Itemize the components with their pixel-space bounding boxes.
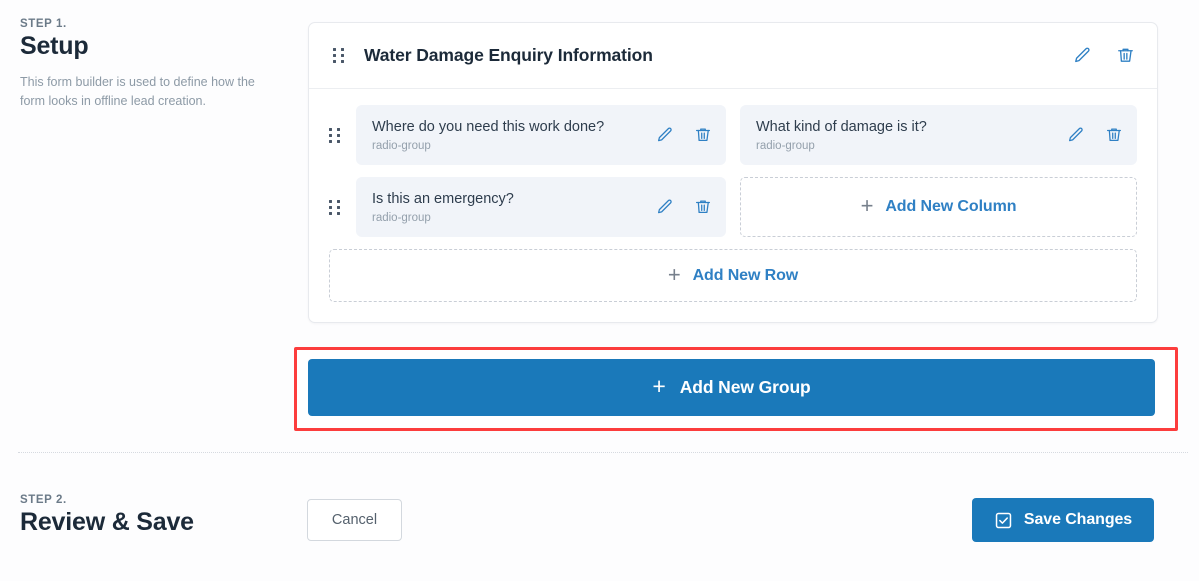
form-field-card[interactable]: What kind of damage is it? radio-group [740, 105, 1137, 165]
form-field-actions [656, 198, 712, 216]
delete-field-button[interactable] [694, 198, 712, 216]
form-group-title: Water Damage Enquiry Information [364, 45, 1073, 66]
form-group-card: Water Damage Enquiry Information [308, 22, 1158, 323]
delete-group-button[interactable] [1116, 46, 1135, 65]
form-field-text: What kind of damage is it? radio-group [756, 118, 1053, 152]
form-group-header-actions [1073, 46, 1135, 65]
trash-icon [694, 198, 712, 216]
form-field-type: radio-group [372, 140, 642, 152]
add-new-column-button[interactable]: + Add New Column [740, 177, 1137, 237]
form-column: What kind of damage is it? radio-group [740, 105, 1137, 165]
add-new-row-label: Add New Row [693, 267, 799, 285]
form-row: Where do you need this work done? radio-… [329, 105, 1137, 165]
form-field-card[interactable]: Is this an emergency? radio-group [356, 177, 726, 237]
form-row: Is this an emergency? radio-group [329, 177, 1137, 237]
step-1-description: This form builder is used to define how … [20, 73, 278, 112]
step-1-aside: STEP 1. Setup This form builder is used … [20, 18, 282, 112]
form-field-label: Is this an emergency? [372, 191, 514, 207]
trash-icon [1116, 46, 1135, 65]
delete-field-button[interactable] [694, 126, 712, 144]
step-2-aside: STEP 2. Review & Save [20, 494, 282, 537]
edit-field-button[interactable] [656, 198, 674, 216]
add-new-group-button[interactable]: + Add New Group [308, 359, 1155, 416]
form-column: + Add New Column [740, 177, 1137, 237]
form-field-text: Is this an emergency? radio-group [372, 190, 642, 224]
form-group-body: Where do you need this work done? radio-… [309, 89, 1157, 322]
form-field-text: Where do you need this work done? radio-… [372, 118, 642, 152]
trash-icon [1105, 126, 1123, 144]
plus-icon: + [668, 264, 681, 286]
add-new-row-button[interactable]: + Add New Row [329, 249, 1137, 302]
step-1-title: Setup [20, 32, 282, 61]
cancel-button[interactable]: Cancel [307, 499, 402, 541]
form-field-actions [656, 126, 712, 144]
drag-dots-icon[interactable] [329, 128, 340, 143]
edit-group-button[interactable] [1073, 46, 1092, 65]
edit-field-button[interactable] [656, 126, 674, 144]
step-2-eyebrow: STEP 2. [20, 494, 282, 506]
form-field-type: radio-group [372, 212, 642, 224]
form-field-label: Where do you need this work done? [372, 119, 604, 135]
form-field-card[interactable]: Where do you need this work done? radio-… [356, 105, 726, 165]
save-changes-label: Save Changes [1024, 511, 1132, 529]
form-field-actions [1067, 126, 1123, 144]
save-changes-button[interactable]: Save Changes [972, 498, 1154, 542]
form-field-type: radio-group [756, 140, 1053, 152]
drag-dots-icon[interactable] [333, 48, 344, 63]
trash-icon [694, 126, 712, 144]
edit-field-button[interactable] [1067, 126, 1085, 144]
form-field-label: What kind of damage is it? [756, 119, 927, 135]
step-1-eyebrow: STEP 1. [20, 18, 282, 30]
field-slot: Is this an emergency? radio-group [329, 177, 726, 237]
delete-field-button[interactable] [1105, 126, 1123, 144]
form-column: Is this an emergency? radio-group [329, 177, 726, 237]
pencil-icon [1067, 126, 1085, 144]
add-new-group-label: Add New Group [680, 377, 811, 398]
pencil-icon [1073, 46, 1092, 65]
pencil-icon [656, 126, 674, 144]
step-2-title: Review & Save [20, 508, 282, 537]
checkbox-check-icon [994, 511, 1013, 530]
plus-icon: + [861, 195, 874, 217]
plus-icon: + [652, 375, 665, 398]
pencil-icon [656, 198, 674, 216]
form-group-header: Water Damage Enquiry Information [309, 23, 1157, 89]
form-column: Where do you need this work done? radio-… [329, 105, 726, 165]
add-new-column-label: Add New Column [885, 198, 1016, 216]
drag-dots-icon[interactable] [329, 200, 340, 215]
field-slot: Where do you need this work done? radio-… [329, 105, 726, 165]
section-divider [18, 452, 1188, 453]
